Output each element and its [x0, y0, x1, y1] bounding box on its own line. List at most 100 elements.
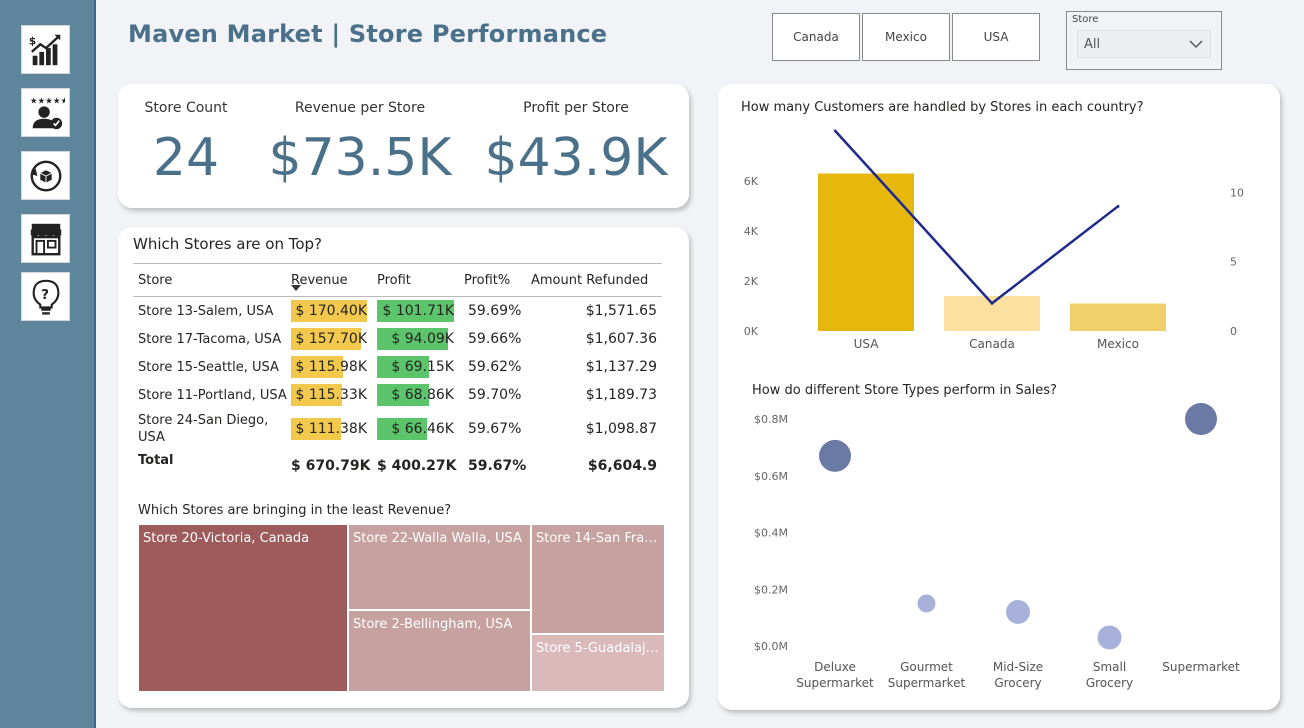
scatter-point[interactable]: [1097, 625, 1122, 650]
scatter-point[interactable]: [1006, 599, 1030, 624]
x-tick-label: Small Grocery: [1086, 660, 1133, 690]
nav-returns[interactable]: [21, 151, 70, 200]
table-row[interactable]: Store 17-Tacoma, USA $ 157.70K $ 94.09K 59.…: [133, 325, 662, 353]
col-store[interactable]: Store: [133, 263, 291, 297]
revenue-per-store-label: Revenue per Store: [294, 100, 426, 116]
y-tick-label: $0.0M: [754, 640, 788, 653]
x-tick-label: Gourmet Supermarket: [888, 660, 966, 690]
profit-per-store-value: $43.9K: [484, 128, 668, 188]
profit-value: $ 94.09K: [391, 331, 454, 347]
least-revenue-title: Which Stores are bringing in the least R…: [138, 503, 452, 518]
line-point: [990, 301, 994, 305]
table-row[interactable]: Store 24-San Diego, USA $ 111.38K $ 66.46K…: [133, 409, 662, 449]
treemap-tile[interactable]: Store 22-Walla Walla, USA: [348, 524, 531, 610]
y-tick-label: $0.2M: [754, 583, 788, 596]
x-tick-label: Canada: [969, 337, 1015, 351]
nav-sales-growth[interactable]: $: [21, 25, 70, 74]
store-dropdown[interactable]: All: [1077, 30, 1211, 58]
profit-value: $ 68.86K: [391, 387, 454, 403]
cell-store: Store 15-Seattle, USA: [138, 359, 279, 375]
cell-store: Store 11-Portland, USA: [138, 387, 287, 403]
cell-profit-pct: 59.69%: [468, 303, 522, 319]
treemap-tile[interactable]: Store 20-Victoria, Canada: [138, 524, 348, 692]
x-tick-label: USA: [854, 337, 880, 351]
col-profit[interactable]: Profit: [377, 263, 464, 297]
y2-tick-label: 10: [1230, 186, 1244, 199]
customers-combo-chart: 0K 2K 4K 6K 0 5 10 USA Canada Mexico: [744, 129, 1244, 351]
cell-refunded: $1,571.65: [585, 303, 657, 319]
revenue-per-store-value: $73.5K: [268, 128, 452, 188]
cell-profit: $ 68.86K: [377, 381, 464, 409]
y-tick-label: 2K: [744, 275, 759, 288]
col-profit-pct[interactable]: Profit%: [464, 263, 531, 297]
chevron-down-icon: [1189, 40, 1203, 49]
cell-revenue: $ 115.33K: [291, 381, 377, 409]
y2-tick-label: 5: [1230, 256, 1237, 269]
col-amount-refunded[interactable]: Amount Refunded: [531, 263, 662, 297]
customers-chart-title: How many Customers are handled by Stores…: [741, 100, 1144, 115]
y-tick-label: $0.8M: [754, 413, 788, 426]
sidebar: $ ★★★★★ ?: [0, 0, 96, 728]
y-tick-label: 6K: [744, 175, 759, 188]
svg-text:$: $: [28, 35, 35, 47]
cell-store: Store 24-San Diego, USA: [138, 413, 269, 445]
filter-canada-button[interactable]: Canada: [772, 13, 860, 61]
bar-usa[interactable]: [818, 173, 914, 332]
cell-revenue: $ 115.98K: [291, 353, 377, 381]
total-revenue: $ 670.79K: [291, 458, 371, 474]
bar-mexico[interactable]: [1070, 303, 1166, 332]
total-profit: $ 400.27K: [377, 458, 457, 474]
cell-store: Store 13-Salem, USA: [138, 303, 274, 319]
profit-value: $ 69.15K: [391, 359, 454, 375]
svg-text:★★★★★: ★★★★★: [29, 96, 64, 106]
store-slicer-label: Store: [1072, 14, 1099, 25]
cell-revenue: $ 157.70K: [291, 325, 377, 353]
store-slicer: Store All: [1066, 11, 1222, 70]
total-profit-pct: 59.67%: [468, 458, 527, 474]
x-tick-label: Mexico: [1097, 337, 1139, 351]
col-revenue[interactable]: Revenue: [291, 263, 377, 297]
svg-text:?: ?: [41, 287, 49, 302]
profit-value: $ 101.71K: [382, 303, 454, 319]
table-row[interactable]: Store 11-Portland, USA $ 115.33K $ 68.86K 5…: [133, 381, 662, 409]
cell-store: Store 17-Tacoma, USA: [138, 331, 282, 347]
revenue-value: $ 111.38K: [295, 421, 367, 437]
store-types-scatter-chart: $0.0M $0.2M $0.4M $0.6M $0.8M Deluxe Supermark…: [754, 403, 1240, 690]
x-tick-label: Deluxe Supermarket: [796, 660, 874, 690]
x-tick-label: Supermarket: [1162, 660, 1240, 674]
cell-profit: $ 69.15K: [377, 353, 464, 381]
cell-refunded: $1,607.36: [585, 331, 657, 347]
store-types-chart-title: How do different Store Types perform in …: [752, 383, 1057, 398]
y2-tick-label: 0: [1230, 325, 1237, 338]
bar-canada[interactable]: [944, 296, 1040, 331]
y-tick-label: 0K: [744, 325, 759, 338]
nav-help[interactable]: ?: [21, 272, 70, 321]
cell-profit-pct: 59.67%: [468, 421, 522, 437]
table-row[interactable]: Store 13-Salem, USA $ 170.40K $ 101.71K 59.…: [133, 297, 662, 326]
revenue-value: $ 115.33K: [295, 387, 367, 403]
nav-customer-reviews[interactable]: ★★★★★: [21, 88, 70, 137]
treemap-tile[interactable]: Store 14-San Francisco, USA: [531, 524, 665, 634]
filter-usa-button[interactable]: USA: [952, 13, 1040, 61]
scatter-point[interactable]: [1185, 403, 1217, 435]
cell-refunded: $1,189.73: [585, 387, 657, 403]
lightbulb-question-icon: ?: [32, 279, 59, 315]
cell-profit: $ 66.46K: [377, 409, 464, 449]
scatter-point[interactable]: [819, 439, 851, 472]
x-tick-label: Mid-Size Grocery: [993, 660, 1043, 690]
sort-desc-icon: [291, 285, 301, 291]
nav-store[interactable]: [21, 214, 70, 263]
kpi-card: Store Count 24 Revenue per Store $73.5K …: [118, 84, 689, 208]
total-refunded: $6,604.9: [587, 458, 657, 474]
treemap-tile[interactable]: Store 5-Guadalajara, Mexico: [531, 634, 665, 692]
profit-value: $ 66.46K: [391, 421, 454, 437]
cell-profit-pct: 59.62%: [468, 359, 522, 375]
line-point: [1116, 204, 1120, 208]
page-title: Maven Market | Store Performance: [128, 20, 608, 48]
filter-mexico-button[interactable]: Mexico: [862, 13, 950, 61]
y-tick-label: $0.4M: [754, 527, 788, 540]
table-row[interactable]: Store 15-Seattle, USA $ 115.98K $ 69.15K 59…: [133, 353, 662, 381]
treemap-tile[interactable]: Store 2-Bellingham, USA: [348, 610, 531, 692]
y-tick-label: 4K: [744, 225, 759, 238]
scatter-point[interactable]: [917, 594, 936, 613]
